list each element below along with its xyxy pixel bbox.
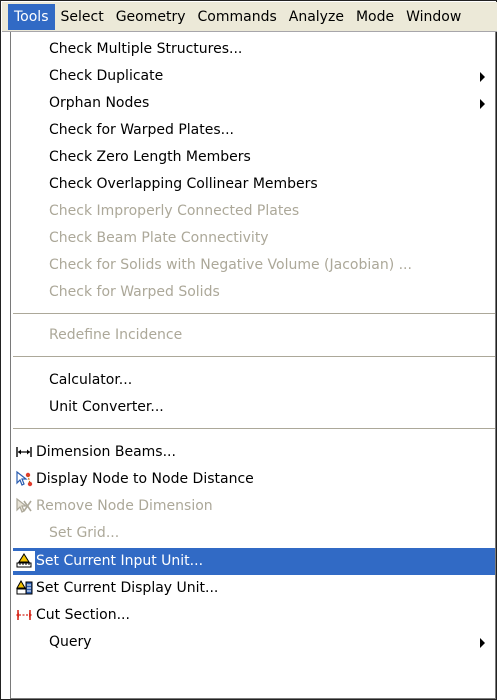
menu-item-set-current-input-unit[interactable]: Set Current Input Unit... [13, 548, 495, 575]
menu-separator [13, 356, 495, 357]
dimension-beams-icon [13, 442, 35, 462]
input-unit-icon [13, 551, 35, 571]
menu-item-label: Check Beam Plate Connectivity [49, 230, 269, 246]
menu-item-label: Remove Node Dimension [36, 498, 213, 514]
menu-item-set-grid: Set Grid... [13, 520, 495, 547]
menu-select[interactable]: Select [55, 4, 110, 30]
menu-item-label: Orphan Nodes [49, 95, 150, 111]
application-window: Tools Select Geometry Commands Analyze M… [0, 0, 497, 700]
menu-item-unit-converter[interactable]: Unit Converter... [13, 394, 495, 421]
submenu-arrow-icon [480, 99, 485, 109]
menu-item-label: Set Grid... [49, 525, 120, 541]
menu-separator [13, 428, 495, 429]
menu-separator [13, 313, 495, 314]
node-distance-icon [13, 469, 35, 489]
menu-item-display-node-distance[interactable]: Display Node to Node Distance [13, 466, 495, 493]
menu-item-label: Check Duplicate [49, 68, 164, 84]
menu-item-label: Redefine Incidence [49, 327, 183, 343]
menu-item-remove-node-dimension: Remove Node Dimension [13, 493, 495, 520]
menu-item-query[interactable]: Query [13, 629, 495, 656]
menu-item-label: Check for Solids with Negative Volume (J… [49, 257, 412, 273]
tools-dropdown-menu: Check Multiple Structures... Check Dupli… [10, 32, 496, 699]
menu-item-set-current-display-unit[interactable]: Set Current Display Unit... [13, 575, 495, 602]
cut-section-icon [13, 605, 35, 625]
remove-node-dimension-icon [13, 496, 35, 516]
menu-bar: Tools Select Geometry Commands Analyze M… [2, 2, 497, 32]
menu-item-orphan-nodes[interactable]: Orphan Nodes [13, 90, 495, 117]
menu-item-label: Display Node to Node Distance [36, 471, 254, 487]
menu-item-label: Check Multiple Structures... [49, 41, 243, 57]
menu-item-check-warped-plates[interactable]: Check for Warped Plates... [13, 117, 495, 144]
menu-item-dimension-beams[interactable]: Dimension Beams... [13, 439, 495, 466]
menu-item-label: Set Current Display Unit... [36, 580, 219, 596]
menu-item-label: Check Zero Length Members [49, 149, 251, 165]
menu-item-label: Check for Warped Plates... [49, 122, 234, 138]
menu-item-label: Query [49, 634, 92, 650]
menu-item-label: Calculator... [49, 372, 133, 388]
menu-item-label: Unit Converter... [49, 399, 164, 415]
menu-analyze[interactable]: Analyze [283, 4, 350, 30]
menu-item-check-beam-plate-connectivity: Check Beam Plate Connectivity [13, 225, 495, 252]
menu-item-check-solids-negative-volume: Check for Solids with Negative Volume (J… [13, 252, 495, 279]
menu-item-calculator[interactable]: Calculator... [13, 367, 495, 394]
menu-item-cut-section[interactable]: Cut Section... [13, 602, 495, 629]
menu-item-label: Dimension Beams... [36, 444, 176, 460]
display-unit-icon [13, 578, 35, 598]
menu-item-redefine-incidence: Redefine Incidence [13, 322, 495, 349]
menu-item-check-zero-length-members[interactable]: Check Zero Length Members [13, 144, 495, 171]
menu-item-label: Check Improperly Connected Plates [49, 203, 300, 219]
menu-item-label: Cut Section... [36, 607, 130, 623]
menu-commands[interactable]: Commands [192, 4, 283, 30]
menu-item-label: Check for Warped Solids [49, 284, 220, 300]
menu-item-check-multiple-structures[interactable]: Check Multiple Structures... [13, 36, 495, 63]
menu-item-check-warped-solids: Check for Warped Solids [13, 279, 495, 306]
submenu-arrow-icon [480, 638, 485, 648]
menu-window[interactable]: Window [400, 4, 467, 30]
menu-item-label: Check Overlapping Collinear Members [49, 176, 318, 192]
submenu-arrow-icon [480, 72, 485, 82]
menu-geometry[interactable]: Geometry [110, 4, 192, 30]
menu-item-label: Set Current Input Unit... [36, 553, 204, 569]
menu-item-check-overlapping-collinear-members[interactable]: Check Overlapping Collinear Members [13, 171, 495, 198]
menu-item-check-duplicate[interactable]: Check Duplicate [13, 63, 495, 90]
menu-tools[interactable]: Tools [8, 3, 55, 30]
menu-mode[interactable]: Mode [350, 4, 400, 30]
menu-item-check-improperly-connected-plates: Check Improperly Connected Plates [13, 198, 495, 225]
